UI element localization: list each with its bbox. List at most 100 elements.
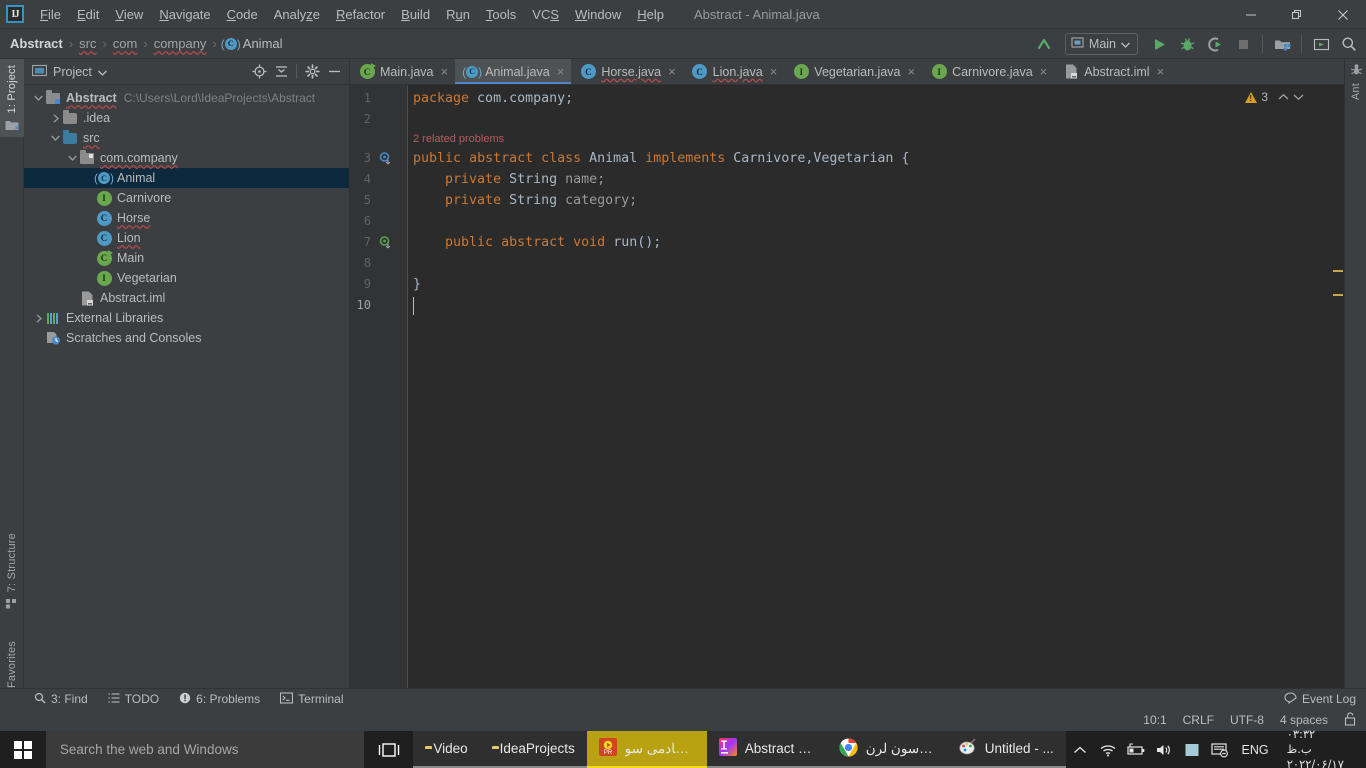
editor-tab-abstract-iml[interactable]: Abstract.iml ×	[1054, 59, 1171, 84]
taskbar-app-powerpoint[interactable]: PR آکادمی سو...	[586, 731, 707, 768]
menu-item-analyze[interactable]: Analyze	[266, 3, 328, 26]
menu-item-window[interactable]: Window	[567, 3, 629, 26]
tree-item-carnivore[interactable]: I Carnivore	[24, 188, 349, 208]
breadcrumb-item-abstract[interactable]: Abstract	[10, 36, 63, 51]
menu-item-code[interactable]: Code	[219, 3, 266, 26]
event-log-button[interactable]: Event Log	[1284, 691, 1366, 707]
tree-item-abstract-iml[interactable]: Abstract.iml	[24, 288, 349, 308]
breadcrumb-item-com[interactable]: com	[113, 36, 138, 51]
menu-item-navigate[interactable]: Navigate	[151, 3, 218, 26]
run-with-coverage-icon[interactable]	[1202, 32, 1228, 56]
chevron-down-icon[interactable]	[32, 88, 45, 108]
hide-icon[interactable]	[325, 63, 343, 81]
taskbar-app-intellij[interactable]: Abstract – ...	[706, 731, 827, 768]
editor-tab-main-java[interactable]: C Main.java ×	[350, 59, 455, 84]
unlocked-icon[interactable]	[1344, 711, 1356, 729]
update-project-icon[interactable]	[1031, 32, 1057, 56]
line-separator[interactable]: CRLF	[1183, 713, 1214, 727]
locate-icon[interactable]	[250, 63, 268, 81]
battery-icon[interactable]	[1122, 731, 1150, 768]
wifi-icon[interactable]	[1094, 731, 1122, 768]
restore-icon[interactable]	[1274, 0, 1320, 29]
implemented-interface-icon[interactable]	[378, 148, 394, 169]
chevron-down-icon[interactable]	[49, 128, 62, 148]
chevron-down-icon[interactable]	[1293, 90, 1304, 104]
tree-item-external-libraries[interactable]: External Libraries	[24, 308, 349, 328]
tree-item-abstract[interactable]: Abstract C:\Users\Lord\IdeaProjects\Abstr…	[24, 88, 349, 108]
bottom-item-todo[interactable]: TODO	[98, 692, 169, 707]
editor-tab-animal-java[interactable]: (C) Animal.java ×	[455, 59, 572, 84]
chevron-right-icon[interactable]	[49, 108, 62, 128]
file-encoding[interactable]: UTF-8	[1230, 713, 1264, 727]
implemented-method-icon[interactable]	[378, 232, 394, 253]
chevron-right-icon[interactable]	[32, 308, 45, 328]
taskbar-app-paint[interactable]: Untitled - ...	[946, 731, 1066, 768]
sidebar-item-structure[interactable]: 7: Structure	[0, 529, 24, 615]
clock[interactable]: ۰۳:۳۲ ب.ظ ۲۰۲۲/۰۶/۱۷	[1277, 727, 1354, 768]
close-icon[interactable]: ×	[907, 65, 915, 78]
tree-item-horse[interactable]: C Horse	[24, 208, 349, 228]
tree-item-vegetarian[interactable]: I Vegetarian	[24, 268, 349, 288]
settings-gear-icon[interactable]	[303, 63, 321, 81]
bottom-item-find[interactable]: 3: Find	[24, 692, 98, 707]
editor-code-area[interactable]: 2 related problems package com.company; pu…	[408, 85, 1344, 688]
bottom-item-terminal[interactable]: Terminal	[270, 691, 353, 707]
tree-item-idea[interactable]: .idea	[24, 108, 349, 128]
editor-gutter[interactable]: 1 2 3 4 5 6 7 8 9 10	[350, 85, 408, 688]
debug-icon[interactable]	[1174, 32, 1200, 56]
run-icon[interactable]	[1146, 32, 1172, 56]
close-icon[interactable]: ×	[441, 65, 449, 78]
language-indicator[interactable]: ENG	[1234, 743, 1277, 757]
volume-icon[interactable]	[1150, 731, 1178, 768]
taskbar-app-folder[interactable]: Video	[413, 731, 480, 768]
collapse-all-icon[interactable]	[272, 63, 290, 81]
close-icon[interactable]	[1320, 0, 1366, 29]
taskbar-app-folder[interactable]: IdeaProjects	[479, 731, 587, 768]
menu-item-edit[interactable]: Edit	[69, 3, 107, 26]
close-icon[interactable]: ×	[1040, 65, 1048, 78]
search-everywhere-icon[interactable]	[1336, 32, 1362, 56]
tree-item-com-company[interactable]: com.company	[24, 148, 349, 168]
inspections-widget[interactable]: 3	[1245, 90, 1304, 104]
caret-position[interactable]: 10:1	[1143, 713, 1166, 727]
minimize-icon[interactable]	[1228, 0, 1274, 29]
tree-item-lion[interactable]: C Lion	[24, 228, 349, 248]
breadcrumb-item-company[interactable]: company	[154, 36, 207, 51]
project-structure-icon[interactable]	[1269, 32, 1295, 56]
editor-scrollbar-markers[interactable]	[1332, 85, 1344, 688]
menu-item-view[interactable]: View	[107, 3, 151, 26]
tree-item-src[interactable]: src	[24, 128, 349, 148]
breadcrumb-item-src[interactable]: src	[79, 36, 96, 51]
menu-item-file[interactable]: File	[32, 3, 69, 26]
code-editor[interactable]: 1 2 3 4 5 6 7 8 9 10 2 related problems package co…	[350, 85, 1344, 688]
chevron-down-icon[interactable]	[97, 65, 107, 79]
project-tree[interactable]: Abstract C:\Users\Lord\IdeaProjects\Abstr…	[24, 85, 349, 688]
inlay-hint-related-problems[interactable]: 2 related problems	[413, 130, 504, 148]
windows-start-icon[interactable]	[0, 731, 46, 768]
menu-item-vcs[interactable]: VCS	[524, 3, 567, 26]
scrollbar-warning-marker[interactable]	[1333, 270, 1343, 272]
tree-item-animal[interactable]: (C) Animal	[24, 168, 349, 188]
search-input[interactable]: Search the web and Windows	[45, 731, 364, 768]
close-icon[interactable]: ×	[1157, 65, 1165, 78]
menu-item-build[interactable]: Build	[393, 3, 438, 26]
run-configuration-selector[interactable]: Main	[1064, 33, 1138, 55]
indent-setting[interactable]: 4 spaces	[1280, 713, 1328, 727]
blue-square-icon[interactable]	[1178, 731, 1206, 768]
close-icon[interactable]: ×	[557, 65, 565, 78]
bottom-item-problems[interactable]: 6: Problems	[169, 692, 270, 707]
menu-item-help[interactable]: Help	[629, 3, 672, 26]
sidebar-item-project[interactable]: 1: Project	[0, 59, 24, 137]
menu-item-run[interactable]: Run	[438, 3, 478, 26]
close-icon[interactable]: ×	[770, 65, 778, 78]
taskbar-app-chrome[interactable]: سون لرن - ...	[826, 731, 947, 768]
chevron-up-icon[interactable]	[1278, 90, 1289, 104]
chevron-down-icon[interactable]	[66, 148, 79, 168]
menu-item-tools[interactable]: Tools	[478, 3, 524, 26]
breadcrumb-item-animal[interactable]: (C) Animal	[221, 36, 283, 52]
tree-item-main[interactable]: C Main	[24, 248, 349, 268]
editor-tab-horse-java[interactable]: C Horse.java ×	[571, 59, 682, 84]
tree-item-scratches-and-consoles[interactable]: Scratches and Consoles	[24, 328, 349, 348]
action-center-icon[interactable]	[1206, 731, 1234, 768]
sidebar-item-ant[interactable]: Ant	[1345, 63, 1366, 133]
